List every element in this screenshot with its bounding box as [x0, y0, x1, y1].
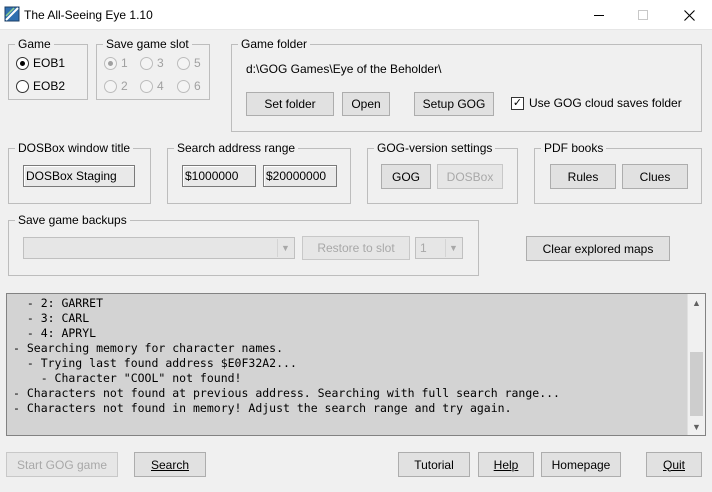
radio-dot — [140, 56, 153, 70]
restore-slot-select[interactable]: 1 ▼ — [415, 237, 463, 259]
search-button[interactable]: Search — [134, 452, 206, 477]
help-button-label: Help — [493, 457, 519, 472]
radio-slot-4-label: 4 — [157, 79, 164, 93]
dosbox-title-group-label: DOSBox window title — [15, 140, 134, 156]
radio-slot-6[interactable]: 6 — [177, 79, 201, 93]
radio-dot — [16, 79, 29, 93]
radio-eob1-label: EOB1 — [33, 56, 66, 70]
log-output[interactable]: - 2: GARRET - 3: CARL - 4: APRYL - Search… — [6, 293, 706, 436]
minimize-button[interactable] — [576, 0, 622, 30]
close-button[interactable] — [666, 0, 712, 30]
restore-slot-select-value: 1 — [420, 241, 427, 255]
radio-slot-6-label: 6 — [194, 79, 201, 93]
save-slot-group-label: Save game slot — [103, 36, 192, 52]
setup-gog-button[interactable]: Setup GOG — [414, 92, 494, 116]
radio-dot — [16, 56, 29, 70]
search-end-input[interactable]: $20000000 — [263, 165, 337, 187]
clues-button[interactable]: Clues — [622, 164, 688, 189]
radio-slot-1[interactable]: 1 — [104, 56, 128, 70]
radio-dot — [104, 79, 117, 93]
radio-eob2-label: EOB2 — [33, 79, 66, 93]
dosbox-title-group: DOSBox window title DOSBox Staging — [8, 140, 151, 204]
search-start-input[interactable]: $1000000 — [182, 165, 256, 187]
quit-button[interactable]: Quit — [646, 452, 702, 477]
gog-settings-group: GOG-version settings GOG DOSBox — [367, 140, 518, 204]
pdf-books-group-label: PDF books — [541, 140, 607, 156]
radio-dot — [177, 56, 190, 70]
search-range-group: Search address range $1000000 $20000000 — [167, 140, 351, 204]
log-scrollbar[interactable]: ▲ ▼ — [687, 294, 705, 435]
maximize-button[interactable] — [620, 0, 666, 30]
gog-settings-group-label: GOG-version settings — [374, 140, 496, 156]
radio-dot — [140, 79, 153, 93]
chevron-down-icon: ▼ — [445, 239, 461, 257]
save-slot-group: Save game slot 1 2 3 4 5 6 — [96, 36, 210, 100]
dosbox-button[interactable]: DOSBox — [437, 164, 503, 189]
homepage-button[interactable]: Homepage — [541, 452, 621, 477]
log-line: - Characters not found at previous addre… — [13, 386, 560, 400]
close-icon — [683, 9, 695, 21]
radio-eob1[interactable]: EOB1 — [16, 56, 65, 70]
dosbox-title-input[interactable]: DOSBox Staging — [23, 165, 135, 187]
search-range-group-label: Search address range — [174, 140, 299, 156]
gog-cloud-checkbox[interactable]: ✓ Use GOG cloud saves folder — [511, 96, 682, 110]
backup-select[interactable]: ▼ — [23, 237, 295, 259]
rules-button[interactable]: Rules — [550, 164, 616, 189]
scroll-thumb[interactable] — [690, 352, 703, 416]
game-group-label: Game — [15, 36, 54, 52]
log-line: - 4: APRYL — [13, 326, 97, 340]
radio-slot-3-label: 3 — [157, 56, 164, 70]
radio-slot-4[interactable]: 4 — [140, 79, 164, 93]
open-folder-button[interactable]: Open — [342, 92, 390, 116]
scroll-down-icon[interactable]: ▼ — [688, 418, 705, 435]
gog-button[interactable]: GOG — [381, 164, 431, 189]
radio-slot-5-label: 5 — [194, 56, 201, 70]
check-icon: ✓ — [511, 96, 524, 110]
radio-slot-1-label: 1 — [121, 56, 128, 70]
radio-eob2[interactable]: EOB2 — [16, 79, 65, 93]
set-folder-button[interactable]: Set folder — [246, 92, 334, 116]
log-lines: - 2: GARRET - 3: CARL - 4: APRYL - Search… — [13, 296, 683, 416]
game-group: Game EOB1 EOB2 — [8, 36, 88, 100]
radio-dot — [177, 79, 190, 93]
title-bar: The All-Seeing Eye 1.10 — [0, 0, 712, 30]
restore-to-slot-button[interactable]: Restore to slot — [302, 236, 410, 260]
scroll-up-icon[interactable]: ▲ — [688, 294, 705, 311]
radio-dot — [104, 56, 117, 70]
radio-slot-3[interactable]: 3 — [140, 56, 164, 70]
log-line: - 2: GARRET — [13, 296, 104, 310]
log-line: - Character "COOL" not found! — [13, 371, 242, 385]
gog-cloud-checkbox-label: Use GOG cloud saves folder — [529, 96, 682, 110]
pdf-books-group: PDF books Rules Clues — [534, 140, 702, 204]
log-line: - 3: CARL — [13, 311, 90, 325]
log-line: - Characters not found in memory! Adjust… — [13, 401, 512, 415]
radio-slot-2[interactable]: 2 — [104, 79, 128, 93]
log-line: - Searching memory for character names. — [13, 341, 284, 355]
help-button[interactable]: Help — [478, 452, 534, 477]
clear-explored-maps-button[interactable]: Clear explored maps — [526, 236, 670, 261]
search-button-label: Search — [150, 457, 190, 472]
window-title: The All-Seeing Eye 1.10 — [24, 8, 153, 22]
backups-group: Save game backups ▼ Restore to slot 1 ▼ — [8, 212, 479, 276]
start-gog-game-button[interactable]: Start GOG game — [6, 452, 118, 477]
game-folder-group-label: Game folder — [238, 36, 311, 52]
tutorial-button[interactable]: Tutorial — [398, 452, 470, 477]
game-folder-group: Game folder d:\GOG Games\Eye of the Beho… — [231, 36, 702, 132]
quit-button-label: Quit — [662, 457, 685, 472]
radio-slot-5[interactable]: 5 — [177, 56, 201, 70]
radio-slot-2-label: 2 — [121, 79, 128, 93]
chevron-down-icon: ▼ — [277, 239, 293, 257]
log-line: - Trying last found address $E0F32A2... — [13, 356, 297, 370]
backups-group-label: Save game backups — [15, 212, 130, 228]
app-window: The All-Seeing Eye 1.10 Game EOB1 EOB2 S… — [0, 0, 712, 492]
eye-app-icon — [4, 6, 20, 22]
game-folder-path: d:\GOG Games\Eye of the Beholder\ — [246, 62, 442, 76]
